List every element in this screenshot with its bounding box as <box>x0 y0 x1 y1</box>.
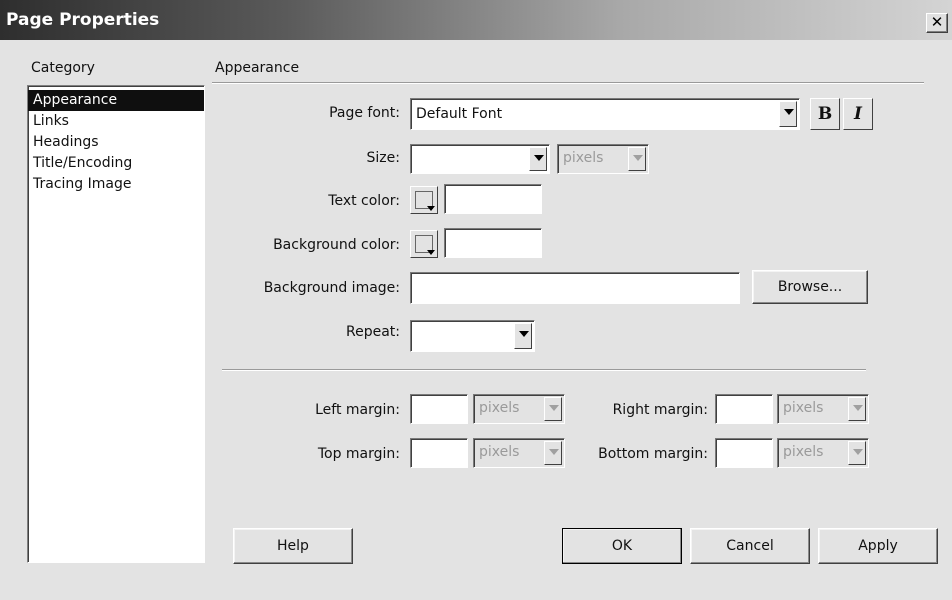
bold-button[interactable]: B <box>810 98 840 130</box>
left-margin-label: Left margin: <box>315 402 400 418</box>
right-margin-input[interactable] <box>715 394 773 424</box>
chevron-down-icon <box>848 441 866 465</box>
right-margin-unit-value: pixels <box>783 400 824 416</box>
help-button[interactable]: Help <box>233 528 353 564</box>
size-unit-value: pixels <box>563 150 604 166</box>
bottom-margin-unit-value: pixels <box>783 444 824 460</box>
title-bar: Page Properties ✕ <box>0 0 952 40</box>
top-margin-input[interactable] <box>410 438 468 468</box>
chevron-down-icon[interactable] <box>529 147 547 171</box>
left-margin-unit-value: pixels <box>479 400 520 416</box>
background-color-label: Background color: <box>273 237 400 253</box>
left-margin-input[interactable] <box>410 394 468 424</box>
bottom-margin-input[interactable] <box>715 438 773 468</box>
chevron-down-icon <box>427 250 435 255</box>
size-select[interactable] <box>410 144 550 174</box>
top-margin-unit-value: pixels <box>479 444 520 460</box>
chevron-down-icon <box>544 441 562 465</box>
background-color-picker[interactable] <box>410 230 438 258</box>
browse-button[interactable]: Browse... <box>752 270 868 304</box>
cancel-button[interactable]: Cancel <box>690 528 810 564</box>
category-item-tracing-image[interactable]: Tracing Image <box>28 174 204 195</box>
section-divider <box>212 82 924 84</box>
chevron-down-icon <box>848 397 866 421</box>
background-image-label: Background image: <box>263 280 400 296</box>
size-unit-select: pixels <box>557 144 649 174</box>
chevron-down-icon[interactable] <box>779 101 797 127</box>
category-item-appearance[interactable]: Appearance <box>28 90 204 111</box>
repeat-select[interactable] <box>410 320 535 352</box>
close-icon: ✕ <box>930 13 944 31</box>
text-color-label: Text color: <box>328 193 400 209</box>
ok-button[interactable]: OK <box>562 528 682 564</box>
category-item-title-encoding[interactable]: Title/Encoding <box>28 153 204 174</box>
margins-divider <box>222 369 866 371</box>
page-font-label: Page font: <box>329 105 400 121</box>
bottom-margin-unit-select: pixels <box>777 438 869 468</box>
right-margin-label: Right margin: <box>612 402 708 418</box>
chevron-down-icon[interactable] <box>514 323 532 349</box>
chevron-down-icon <box>628 147 646 171</box>
left-margin-unit-select: pixels <box>473 394 565 424</box>
close-button[interactable]: ✕ <box>926 13 948 33</box>
page-font-select[interactable]: Default Font <box>410 98 800 130</box>
category-heading: Category <box>31 60 95 76</box>
text-color-picker[interactable] <box>410 186 438 214</box>
italic-icon: I <box>854 104 862 124</box>
chevron-down-icon <box>544 397 562 421</box>
apply-button[interactable]: Apply <box>818 528 938 564</box>
section-title: Appearance <box>215 60 300 76</box>
category-list[interactable]: Appearance Links Headings Title/Encoding… <box>27 85 205 563</box>
repeat-label: Repeat: <box>346 324 400 340</box>
background-color-input[interactable] <box>444 228 542 258</box>
text-color-input[interactable] <box>444 184 542 214</box>
size-label: Size: <box>366 150 400 166</box>
page-font-value: Default Font <box>416 106 503 122</box>
background-image-input[interactable] <box>410 272 740 304</box>
italic-button[interactable]: I <box>843 98 873 130</box>
top-margin-unit-select: pixels <box>473 438 565 468</box>
category-item-links[interactable]: Links <box>28 111 204 132</box>
top-margin-label: Top margin: <box>317 446 400 462</box>
category-item-headings[interactable]: Headings <box>28 132 204 153</box>
right-margin-unit-select: pixels <box>777 394 869 424</box>
chevron-down-icon <box>427 206 435 211</box>
bold-icon: B <box>817 104 833 124</box>
window-title: Page Properties <box>6 10 160 30</box>
bottom-margin-label: Bottom margin: <box>598 446 708 462</box>
